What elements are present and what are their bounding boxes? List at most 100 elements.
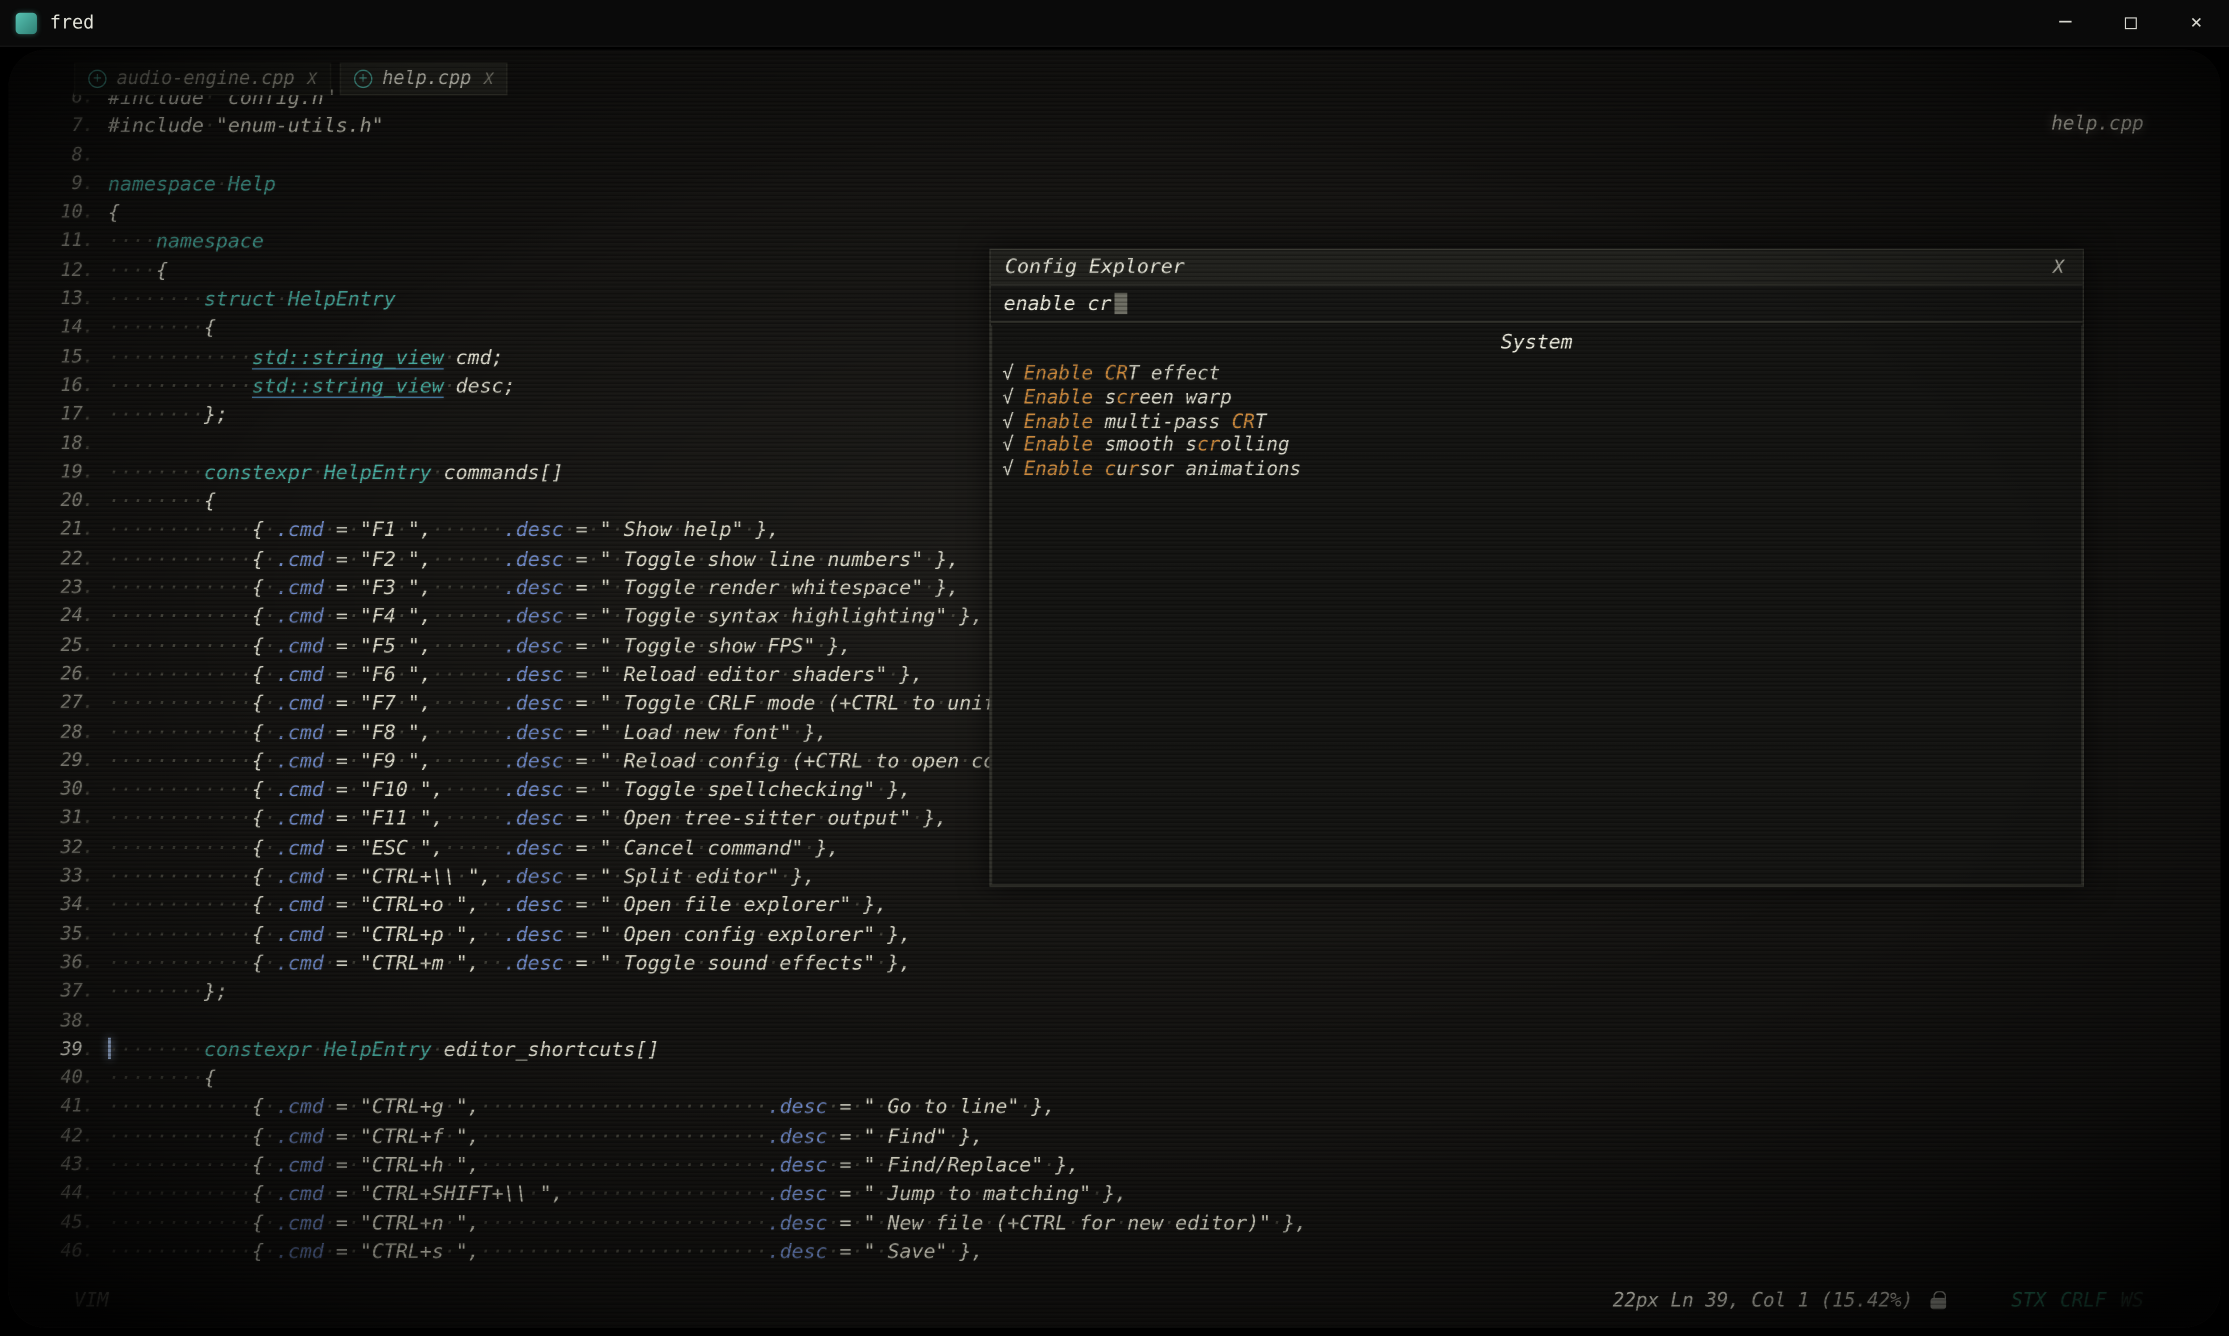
code-line-content: ············{·.cmd·=·"CTRL+h·",·········…	[108, 1151, 1079, 1180]
minimize-button[interactable]: ─	[2033, 0, 2098, 45]
code-line[interactable]: 45. ············{·.cmd·=·"CTRL+n·",······…	[28, 1209, 1307, 1238]
line-number: 7.	[28, 113, 93, 142]
line-number: 30.	[28, 776, 93, 805]
line-number: 15.	[28, 344, 93, 373]
config-item-label: Enable cursor animations	[1024, 458, 1301, 482]
config-item-label: Enable CRT effect	[1024, 362, 1220, 386]
line-number: 11.	[28, 228, 93, 257]
code-line-content: ············{·.cmd·=·"CTRL+f·",·········…	[108, 1123, 983, 1152]
code-line-content: ············{·.cmd·=·"CTRL+s·",·········…	[108, 1238, 983, 1267]
code-line-content: ········{	[108, 488, 216, 517]
line-number: 20.	[28, 488, 93, 517]
code-line[interactable]: 37.········};	[28, 978, 1307, 1007]
config-search-input[interactable]: enable cr	[991, 286, 2083, 323]
line-number: 40.	[28, 1065, 93, 1094]
line-number: 10.	[28, 199, 93, 228]
code-line-content: ············{·.cmd·=·"F8·",······.desc·=…	[108, 719, 827, 748]
code-line[interactable]: 46. ············{·.cmd·=·"CTRL+s·",······…	[28, 1238, 1307, 1267]
code-line-content: ····{	[108, 257, 168, 286]
line-number: 13.	[28, 286, 93, 315]
tab-label: help.cpp	[382, 68, 471, 89]
config-section-header: System	[992, 331, 2081, 354]
status-right: 22px Ln 39, Col 1 (15.42%) STXCRLFWS	[1613, 1289, 2144, 1312]
tab-label: audio-engine.cpp	[117, 68, 295, 89]
code-line-content: ············{·.cmd·=·"CTRL+\\·",·.desc·=…	[108, 863, 815, 892]
config-item[interactable]: √ Enable CRT effect	[1002, 362, 2081, 386]
status-flags: STXCRLFWS	[2011, 1289, 2143, 1312]
code-line-content: ············{·.cmd·=·"F1·",······.desc·=…	[108, 517, 779, 546]
code-line[interactable]: 35.············{·.cmd·=·"CTRL+p·",··.des…	[28, 921, 1307, 950]
code-line-content: ········struct·HelpEntry	[108, 286, 396, 315]
line-number: 46.	[28, 1238, 93, 1267]
line-number: 16.	[28, 372, 93, 401]
close-button[interactable]: ×	[2164, 0, 2229, 45]
line-number: 45.	[28, 1209, 93, 1238]
tab-close-icon[interactable]: X	[307, 70, 316, 88]
crt-surface: +audio-engine.cppX+help.cppX help.cpp 6.…	[9, 50, 2221, 1328]
line-number: 42.	[28, 1123, 93, 1152]
config-item[interactable]: √Enable multi-pass CRT	[1002, 410, 2081, 434]
line-number: 24.	[28, 603, 93, 632]
code-line[interactable]: 34.············{·.cmd·=·"CTRL+o·",··.des…	[28, 892, 1307, 921]
code-line-content: ············{·.cmd·=·"F9·",······.desc·=…	[108, 747, 1103, 776]
code-line[interactable]: 8.	[28, 142, 1307, 171]
code-line-content: ········constexpr·HelpEntry·commands[]	[108, 459, 563, 488]
config-explorer-header: Config Explorer X	[991, 250, 2083, 286]
code-line-content: {	[108, 199, 120, 228]
config-item[interactable]: √Enable cursor animations	[1002, 458, 2081, 482]
tab-audio-engine-cpp[interactable]: +audio-engine.cppX	[74, 63, 331, 96]
line-number: 28.	[28, 719, 93, 748]
config-item-label: Enable smooth scrolling	[1024, 434, 1290, 458]
config-item[interactable]: √ Enable smooth scrolling	[1002, 434, 2081, 458]
code-line-content: ············{·.cmd·=·"CTRL+p·",··.desc·=…	[108, 921, 911, 950]
line-number: 39.	[28, 1036, 93, 1065]
code-line[interactable]: 39.········constexpr·HelpEntry·editor_sh…	[28, 1036, 1307, 1065]
line-number: 12.	[28, 257, 93, 286]
code-line-content: ············{·.cmd·=·"CTRL+m·",··.desc·=…	[108, 949, 911, 978]
status-flag-CRLF: CRLF	[2060, 1289, 2106, 1312]
config-items: √Enable CRT effect√Enable screen warp√En…	[992, 362, 2081, 481]
tab-help-cpp[interactable]: +help.cppX	[340, 63, 508, 96]
code-line[interactable]: 42. ············{·.cmd·=·"CTRL+f·",······…	[28, 1123, 1307, 1152]
code-line[interactable]: 7.#include·"enum-utils.h"	[28, 113, 1307, 142]
code-line-content: ············{·.cmd·=·"F3·",······.desc·=…	[108, 574, 959, 603]
lock-icon	[1930, 1298, 1946, 1309]
line-number: 36.	[28, 949, 93, 978]
line-number: 8.	[28, 142, 93, 171]
checkbox-checked-icon: √	[1002, 362, 1014, 386]
app-icon	[16, 12, 37, 33]
code-line[interactable]: 36. ············{·.cmd·=·"CTRL+m·",··.des…	[28, 949, 1307, 978]
line-number: 27.	[28, 690, 93, 719]
code-line-content: ············{·.cmd·=·"CTRL+o·",··.desc·=…	[108, 892, 887, 921]
code-line[interactable]: 38.	[28, 1007, 1307, 1036]
editor-screen: +audio-engine.cppX+help.cppX help.cpp 6.…	[0, 47, 2229, 1336]
line-number: 44.	[28, 1180, 93, 1209]
maximize-button[interactable]: □	[2098, 0, 2163, 45]
code-line[interactable]: 9.namespace·Help	[28, 170, 1307, 199]
checkbox-checked-icon: √	[1002, 386, 1014, 410]
line-number: 14.	[28, 315, 93, 344]
code-line[interactable]: 10. {	[28, 199, 1307, 228]
tab-bar: +audio-engine.cppX+help.cppX	[74, 63, 508, 96]
code-line[interactable]: 40.········{	[28, 1065, 1307, 1094]
code-line[interactable]: 43.············{·.cmd·=·"CTRL+h·",······…	[28, 1151, 1307, 1180]
application-window: fred ─ □ × +audio-engine.cppX+help.cppX …	[0, 0, 2229, 1336]
config-item[interactable]: √Enable screen warp	[1002, 386, 2081, 410]
line-number: 25.	[28, 632, 93, 661]
code-line[interactable]: 44.············{·.cmd·=·"CTRL+SHIFT+\\·"…	[28, 1180, 1307, 1209]
tab-close-icon[interactable]: X	[484, 70, 493, 88]
line-number: 31.	[28, 805, 93, 834]
config-close-button[interactable]: X	[2053, 257, 2068, 278]
code-line-content: ············{·.cmd·=·"F4·",······.desc·=…	[108, 603, 983, 632]
text-cursor-block	[1114, 293, 1127, 314]
window-title: fred	[50, 12, 95, 33]
checkbox-checked-icon: √	[1002, 434, 1014, 458]
window-titlebar: fred ─ □ ×	[0, 0, 2229, 47]
line-number: 9.	[28, 170, 93, 199]
code-line-content: ········{	[108, 315, 216, 344]
config-results: System √ Enable CRT effect√Enable screen …	[991, 326, 2083, 886]
code-line-content: ············{·.cmd·=·"F5·",······.desc·=…	[108, 632, 851, 661]
line-number: 29.	[28, 747, 93, 776]
code-line[interactable]: 41.············{·.cmd·=·"CTRL+g·",······…	[28, 1094, 1307, 1123]
code-line-content: ············{·.cmd·=·"CTRL+n·",·········…	[108, 1209, 1307, 1238]
